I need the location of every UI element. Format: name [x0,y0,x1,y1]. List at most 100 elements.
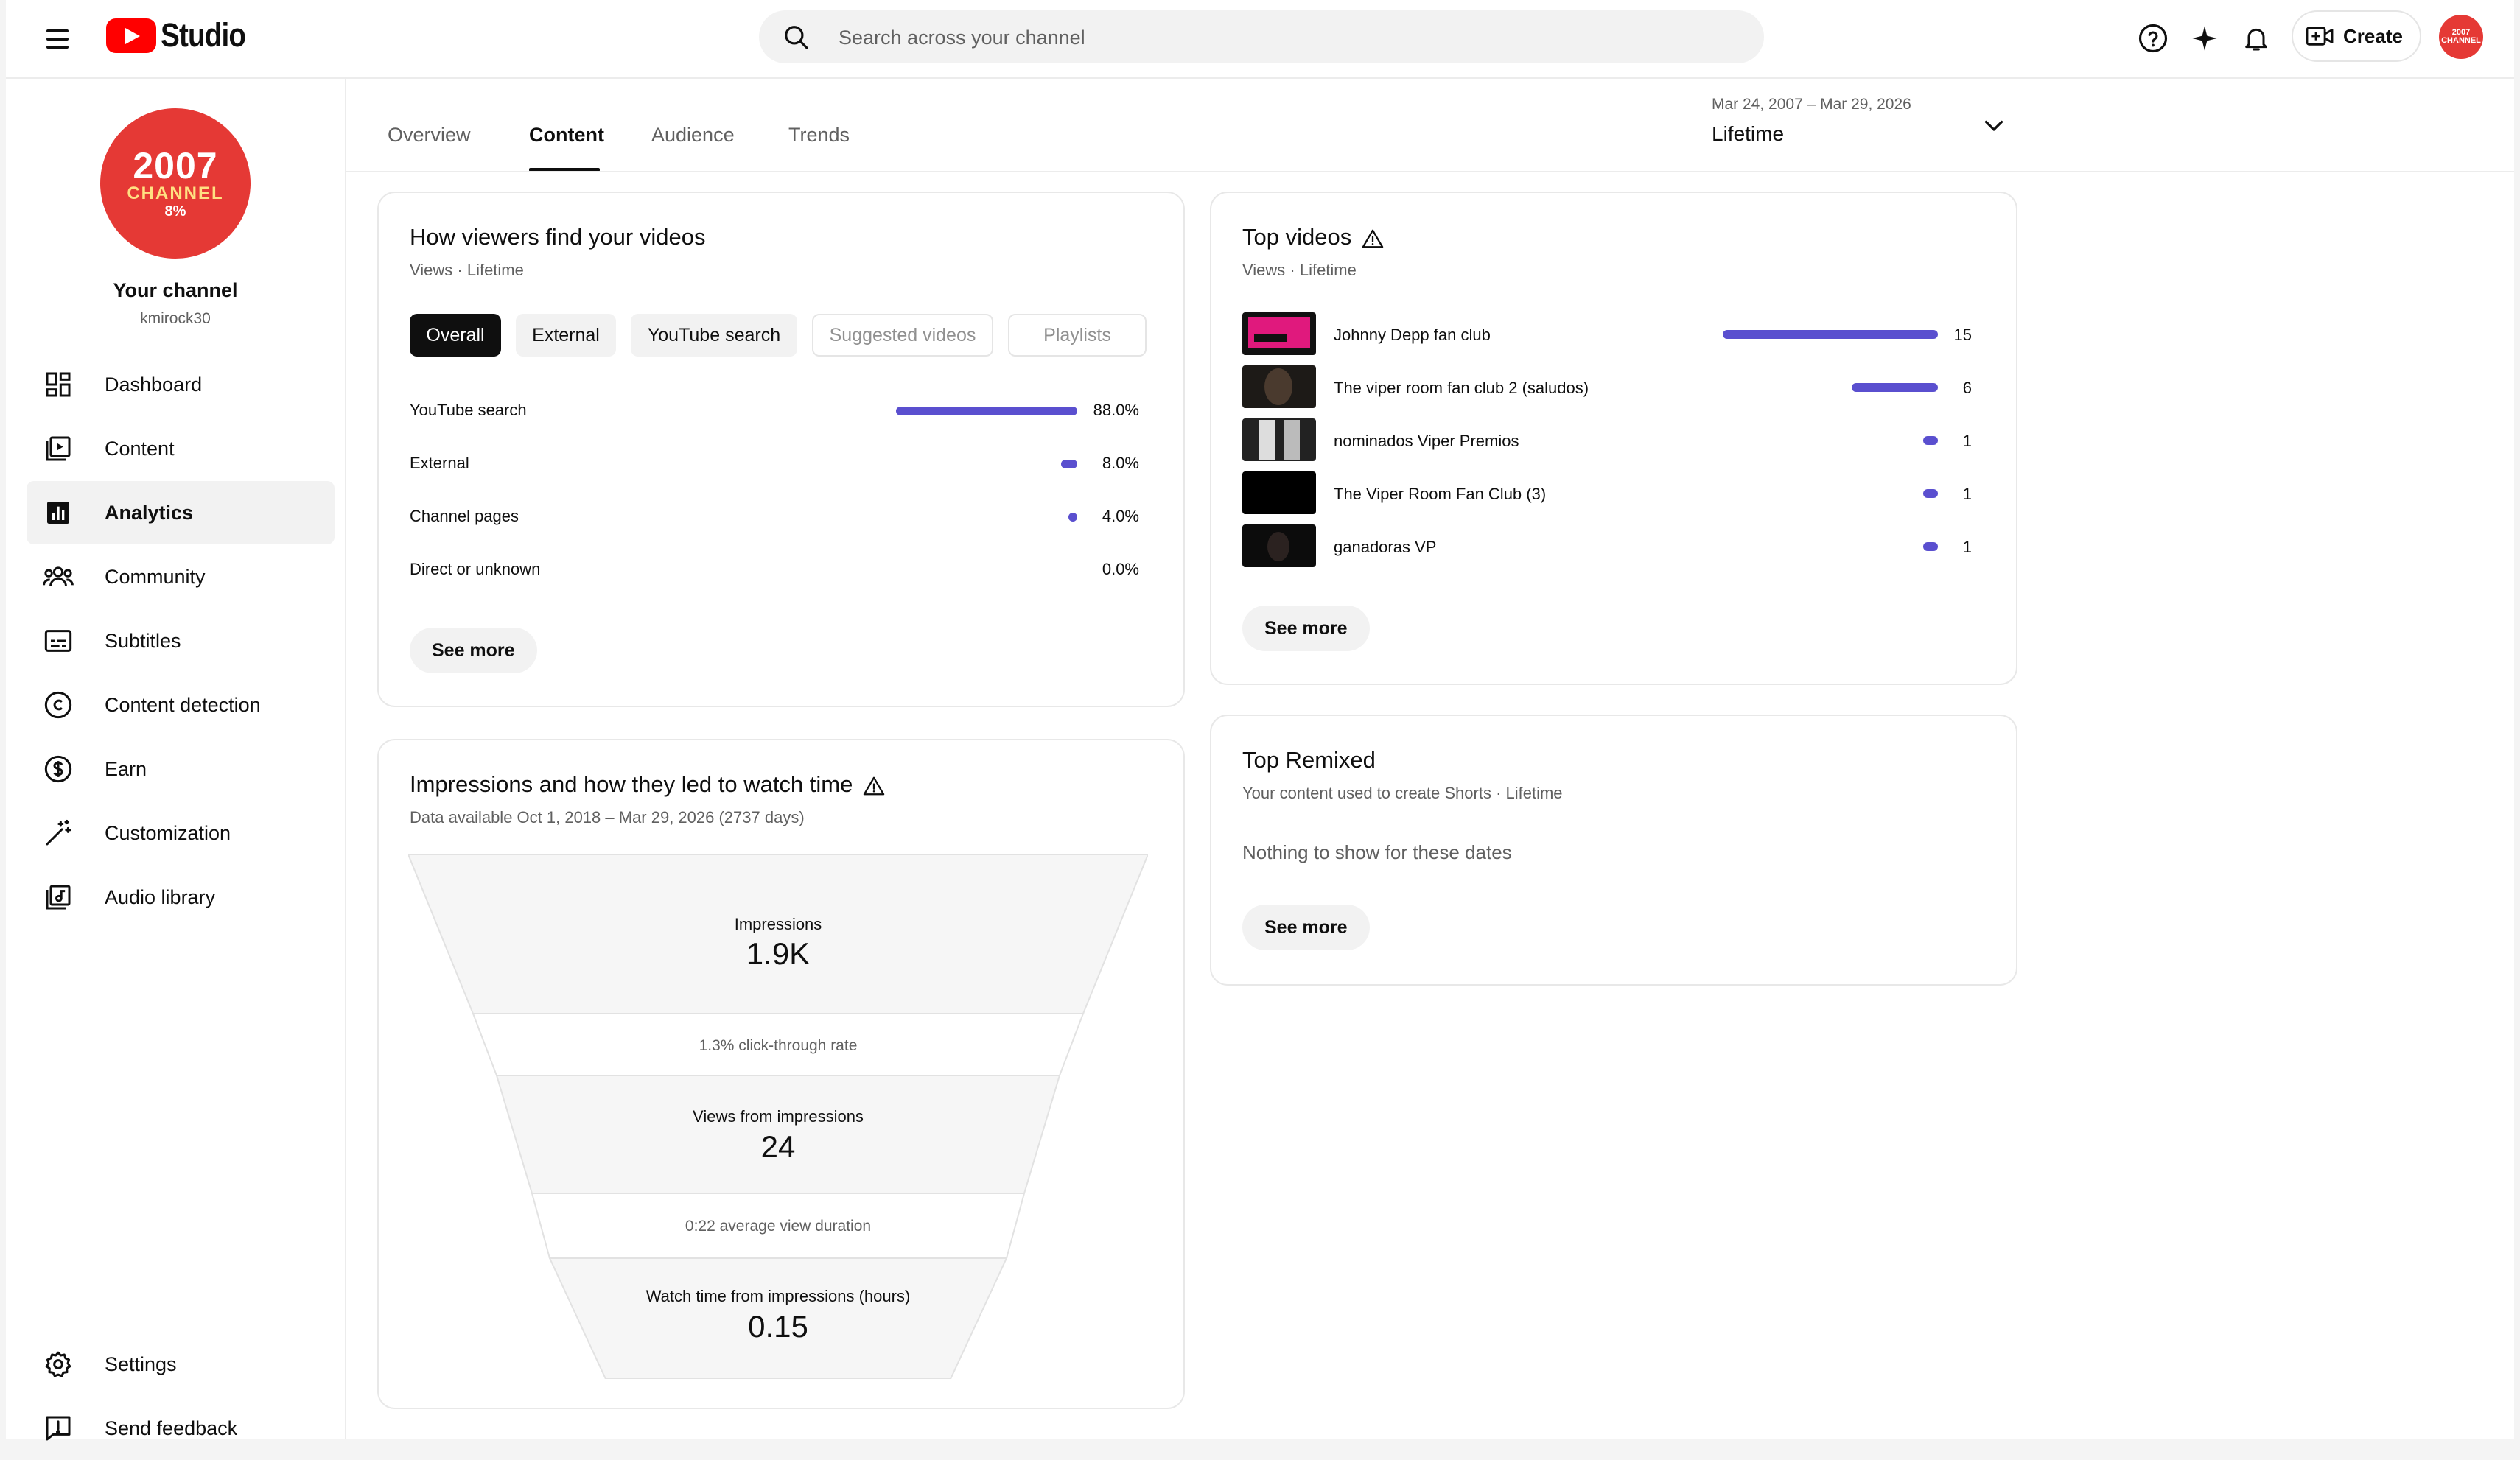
channel-avatar-line1: 2007 [133,145,218,186]
video-row[interactable]: nominados Viper Premios 1 [1242,418,1972,463]
video-title[interactable]: nominados Viper Premios [1334,432,1519,451]
sidebar-item-label: Audio library [105,885,216,908]
video-thumbnail[interactable] [1242,312,1316,355]
traffic-row: Direct or unknown 0.0% [410,555,1139,585]
tab-overview[interactable]: Overview [388,124,471,147]
traffic-bar [1061,460,1077,468]
channel-avatar-line3: 8% [164,203,186,220]
sidebar-item-label: Dashboard [105,373,203,396]
video-thumbnail[interactable] [1242,365,1316,408]
card-title-row: Top videos [1242,224,1384,250]
channel-avatar[interactable]: 2007 CHANNEL 8% [100,108,251,259]
chip-suggested-videos[interactable]: Suggested videos [812,314,993,357]
funnel-avd-text: 0:22 average view duration [685,1218,872,1235]
traffic-sources-card: How viewers find your videos Views · Lif… [377,192,1185,707]
sidebar-item-label: Customization [105,821,231,844]
video-title[interactable]: The Viper Room Fan Club (3) [1334,485,1546,504]
audio-library-icon [41,880,75,914]
sidebar-item-label: Content [105,437,175,460]
video-views-bar [1923,542,1938,551]
video-row[interactable]: ganadoras VP 1 [1242,524,1972,569]
notifications-bell-icon[interactable] [2234,16,2278,60]
video-row[interactable]: The Viper Room Fan Club (3) 1 [1242,471,1972,516]
video-row[interactable]: Johnny Depp fan club 15 [1242,312,1972,357]
channel-handle: kmirock30 [140,310,211,327]
copyright-icon [41,688,75,722]
sidebar-item-customization[interactable]: Customization [27,801,335,865]
channel-name: Your channel [113,279,238,301]
see-more-button[interactable]: See more [410,628,537,673]
video-thumbnail[interactable] [1242,471,1316,514]
traffic-source-name: External [410,454,469,472]
video-views: 6 [1962,379,1972,397]
create-video-icon [2306,27,2334,46]
see-more-button[interactable]: See more [1242,905,1370,950]
traffic-bar [896,407,1077,415]
sparkle-icon[interactable] [2183,16,2227,60]
sidebar-item-settings[interactable]: Settings [27,1333,335,1396]
date-range-text[interactable]: Mar 24, 2007 – Mar 29, 2026 [1712,96,1911,113]
top-remixed-card: Top Remixed Your content used to create … [1210,715,2017,986]
video-thumbnail[interactable] [1242,418,1316,461]
traffic-row: Channel pages 4.0% [410,502,1139,532]
studio-logo[interactable]: Studio [106,16,259,55]
dashboard-icon [41,368,75,401]
youtube-logo-icon [106,18,156,53]
channel-avatar-line2: CHANNEL [127,183,224,203]
impressions-funnel-card: Impressions and how they led to watch ti… [377,739,1185,1409]
video-title[interactable]: ganadoras VP [1334,538,1436,557]
tab-trends[interactable]: Trends [788,124,850,147]
sidebar-item-label: Content detection [105,693,261,716]
sidebar-item-label: Analytics [105,501,194,524]
funnel-views-label: Views from impressions [693,1107,864,1126]
funnel-watch-time-label: Watch time from impressions (hours) [645,1287,911,1305]
sidebar-item-label: Send feedback [105,1417,238,1439]
sidebar-item-content[interactable]: Content [27,417,335,480]
logo-text: Studio [161,16,246,54]
sidebar-item-audio-library[interactable]: Audio library [27,866,335,929]
tab-content[interactable]: Content [529,124,604,147]
dollar-icon [41,752,75,786]
menu-icon[interactable] [39,21,76,57]
sidebar-item-label: Community [105,565,206,588]
video-views: 1 [1962,485,1972,503]
sidebar-item-send-feedback[interactable]: Send feedback [27,1397,335,1460]
traffic-bar [1068,513,1077,522]
account-avatar[interactable]: 2007 CHANNEL [2439,15,2483,59]
warning-icon[interactable] [863,776,885,796]
magic-wand-icon [41,816,75,850]
sidebar-item-earn[interactable]: Earn [27,737,335,801]
funnel-impressions-section [408,854,1148,1014]
content-icon [41,432,75,466]
chip-youtube-search[interactable]: YouTube search [631,314,797,357]
see-more-button[interactable]: See more [1242,606,1370,651]
chevron-down-icon[interactable] [1981,112,2007,142]
sidebar-item-analytics[interactable]: Analytics [27,481,335,544]
search-bar[interactable] [759,10,1764,65]
video-views-bar [1923,489,1938,498]
video-title[interactable]: Johnny Depp fan club [1334,326,1491,345]
chip-external[interactable]: External [516,314,616,357]
create-button[interactable]: Create [2292,10,2421,62]
sidebar-item-content-detection[interactable]: Content detection [27,673,335,737]
chip-playlists[interactable]: Playlists [1008,314,1147,357]
card-subtitle: Views · Lifetime [410,261,524,279]
sidebar-item-subtitles[interactable]: Subtitles [27,609,335,673]
sidebar-item-dashboard[interactable]: Dashboard [27,353,335,416]
card-subtitle: Data available Oct 1, 2018 – Mar 29, 202… [410,808,805,826]
video-row[interactable]: The viper room fan club 2 (saludos) 6 [1242,365,1972,410]
video-thumbnail[interactable] [1242,524,1316,567]
warning-icon[interactable] [1362,228,1384,249]
chip-overall[interactable]: Overall [410,314,501,357]
video-views-bar [1723,330,1938,339]
card-title: How viewers find your videos [410,224,706,250]
sidebar-item-community[interactable]: Community [27,545,335,608]
empty-state-text: Nothing to show for these dates [1242,841,1512,863]
traffic-percent: 8.0% [1102,454,1139,472]
video-title[interactable]: The viper room fan club 2 (saludos) [1334,379,1589,398]
date-range-label[interactable]: Lifetime [1712,122,1784,146]
search-input[interactable] [837,10,1724,65]
tab-audience[interactable]: Audience [651,124,735,147]
help-icon[interactable] [2131,16,2175,60]
analytics-icon [41,496,75,530]
